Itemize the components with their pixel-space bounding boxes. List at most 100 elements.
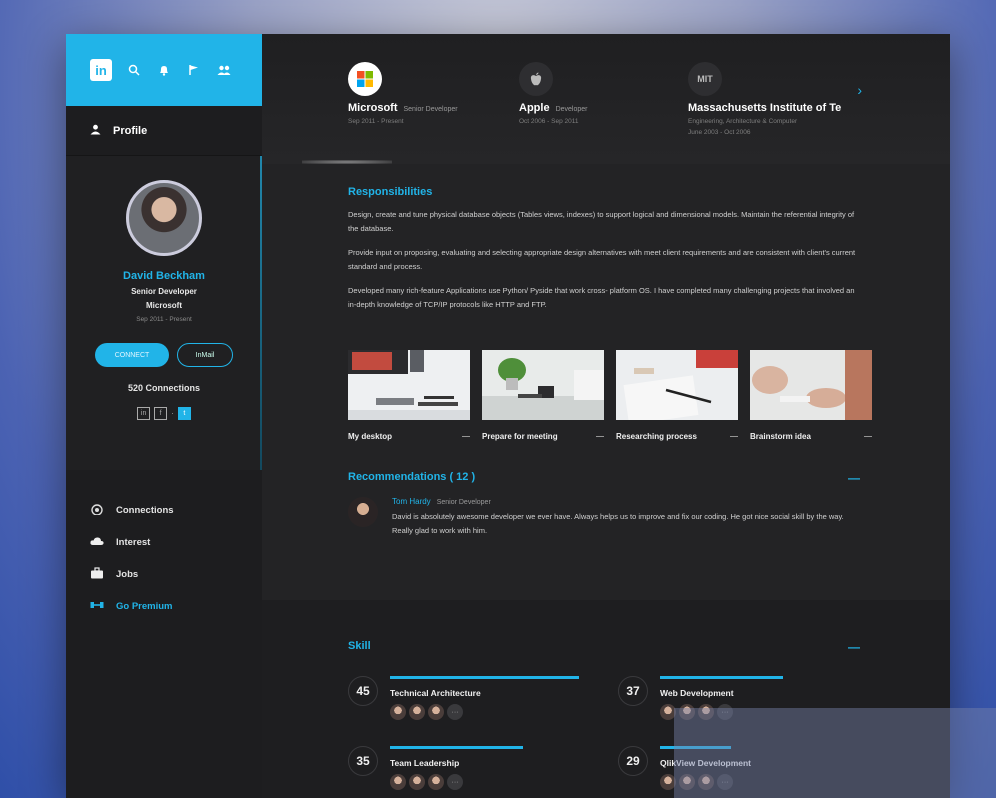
experience-company: Microsoft bbox=[348, 102, 398, 114]
experience-company: Apple bbox=[519, 102, 550, 114]
people-icon[interactable] bbox=[216, 62, 232, 78]
experience-role: Developer bbox=[555, 106, 588, 113]
briefcase-icon bbox=[90, 566, 104, 582]
recommendations-header: Recommendations ( 12 ) — bbox=[348, 471, 860, 485]
content-area: Responsibilities Design, create and tune… bbox=[262, 186, 950, 538]
skill-bar bbox=[660, 676, 784, 679]
linkedin-logo[interactable]: in bbox=[90, 59, 112, 81]
more-icon[interactable]: ··· bbox=[447, 774, 463, 790]
profile-actions: CONNECT InMail bbox=[66, 343, 262, 367]
more-icon[interactable]: — bbox=[596, 432, 604, 441]
sidebar-item-jobs[interactable]: Jobs bbox=[66, 558, 262, 590]
experience-item[interactable]: Microsoft Senior Developer Sep 2011 - Pre… bbox=[348, 62, 458, 125]
skill-endorsement-count[interactable]: 45 bbox=[348, 676, 378, 706]
gallery-caption: Researching process bbox=[616, 432, 697, 441]
sidebar-item-premium[interactable]: Go Premium bbox=[66, 590, 262, 622]
more-icon[interactable]: — bbox=[730, 432, 738, 441]
social-links: in f · t bbox=[66, 407, 262, 420]
avatar[interactable] bbox=[428, 774, 444, 790]
recommendation-text: David is absolutely awesome developer we… bbox=[392, 512, 844, 535]
sidebar-item-label: Jobs bbox=[116, 568, 139, 580]
recommender-name[interactable]: Tom Hardy bbox=[392, 497, 431, 506]
profile-card: David Beckham Senior Developer Microsoft… bbox=[66, 156, 262, 470]
responsibility-paragraph: Design, create and tune physical databas… bbox=[348, 210, 855, 233]
experience-dates: Sep 2011 - Present bbox=[348, 118, 404, 125]
gallery-photo[interactable] bbox=[750, 350, 872, 420]
sidebar-item-label: Interest bbox=[116, 536, 151, 548]
cloud-icon bbox=[90, 535, 104, 550]
more-icon[interactable]: — bbox=[462, 432, 470, 441]
gallery-item[interactable]: Researching process — bbox=[616, 350, 738, 441]
flag-icon[interactable] bbox=[186, 62, 202, 78]
experience-dates: Oct 2006 - Sep 2011 bbox=[519, 118, 579, 125]
gallery-item[interactable]: My desktop — bbox=[348, 350, 470, 441]
experience-strip: Microsoft Senior Developer Sep 2011 - Pre… bbox=[262, 34, 950, 164]
sidebar-item-label: Connections bbox=[116, 504, 174, 516]
gallery-caption: Prepare for meeting bbox=[482, 432, 558, 441]
sidebar: in Profile David Beckham Senior Develope… bbox=[66, 34, 262, 798]
gallery-item[interactable]: Prepare for meeting — bbox=[482, 350, 604, 441]
more-icon[interactable]: ··· bbox=[447, 704, 463, 720]
skill-name: Team Leadership bbox=[390, 758, 460, 768]
notification-icon[interactable] bbox=[156, 62, 172, 78]
facebook-icon[interactable]: f bbox=[154, 407, 168, 420]
search-icon[interactable] bbox=[126, 62, 142, 78]
endorser-list: ··· bbox=[390, 704, 612, 720]
skill-endorsement-count[interactable]: 29 bbox=[618, 746, 648, 776]
chevron-right-icon[interactable]: › bbox=[857, 82, 862, 98]
premium-icon bbox=[90, 599, 104, 614]
skill-name: Technical Architecture bbox=[390, 688, 481, 698]
avatar[interactable] bbox=[390, 774, 406, 790]
more-icon[interactable]: — bbox=[864, 432, 872, 441]
skill-bar bbox=[390, 746, 524, 749]
active-indicator bbox=[302, 160, 392, 164]
skill-item[interactable]: 45 Technical Architecture ··· bbox=[348, 676, 612, 720]
connections-count: 520 Connections bbox=[127, 383, 201, 393]
linkedin-icon[interactable]: in bbox=[137, 407, 151, 420]
avatar[interactable] bbox=[126, 180, 202, 256]
gallery-item[interactable]: Brainstorm idea — bbox=[750, 350, 872, 441]
connections-icon bbox=[90, 503, 104, 518]
profile-name[interactable]: David Beckham bbox=[66, 270, 262, 282]
skill-endorsement-count[interactable]: 37 bbox=[618, 676, 648, 706]
recommender-role: Senior Developer bbox=[436, 499, 491, 506]
gallery-photo[interactable] bbox=[348, 350, 470, 420]
responsibilities-title: Responsibilities bbox=[348, 186, 433, 198]
skill-bar bbox=[390, 676, 579, 679]
gallery-photo[interactable] bbox=[482, 350, 604, 420]
gallery-photo[interactable] bbox=[616, 350, 738, 420]
responsibility-paragraph: Developed many rich-feature Applications… bbox=[348, 286, 855, 309]
skill-item[interactable]: 35 Team Leadership ··· bbox=[348, 746, 612, 790]
skills-title: Skill bbox=[348, 640, 371, 652]
profile-label: Profile bbox=[113, 124, 148, 137]
sidebar-item-interest[interactable]: Interest bbox=[66, 526, 262, 558]
twitter-icon[interactable]: t bbox=[177, 407, 191, 420]
experience-company: Massachusetts Institute of Te bbox=[688, 102, 842, 114]
connect-button[interactable]: CONNECT bbox=[95, 343, 169, 367]
avatar[interactable] bbox=[409, 704, 425, 720]
experience-item[interactable]: MIT Massachusetts Institute of Te Engine… bbox=[688, 62, 841, 136]
sidebar-item-connections[interactable]: Connections bbox=[66, 494, 262, 526]
collapse-icon[interactable]: — bbox=[848, 640, 860, 654]
photo-gallery: My desktop — Prepare for meeting — Researc… bbox=[348, 350, 872, 441]
avatar[interactable] bbox=[428, 704, 444, 720]
watermark-overlay bbox=[674, 708, 996, 798]
avatar[interactable] bbox=[390, 704, 406, 720]
experience-item[interactable]: Apple Developer Oct 2006 - Sep 2011 bbox=[519, 62, 587, 125]
microsoft-logo bbox=[348, 62, 382, 96]
avatar[interactable] bbox=[409, 774, 425, 790]
experience-field: Engineering, Architecture & Computer bbox=[688, 118, 798, 125]
gallery-caption: My desktop bbox=[348, 432, 393, 441]
sidebar-nav: Connections Interest Jobs Go Premium bbox=[66, 470, 262, 622]
main-content: Microsoft Senior Developer Sep 2011 - Pre… bbox=[262, 34, 950, 798]
inmail-button[interactable]: InMail bbox=[177, 343, 233, 367]
profile-title: Senior Developer bbox=[131, 287, 197, 296]
recommendations-title[interactable]: Recommendations ( 12 ) bbox=[348, 471, 475, 485]
avatar[interactable] bbox=[348, 497, 378, 527]
collapse-icon[interactable]: — bbox=[848, 471, 860, 485]
experience-dates: June 2003 - Oct 2006 bbox=[688, 129, 751, 136]
skill-endorsement-count[interactable]: 35 bbox=[348, 746, 378, 776]
profile-header[interactable]: Profile bbox=[66, 106, 262, 156]
profile-dates: Sep 2011 - Present bbox=[136, 316, 192, 323]
recommendation-item: Tom Hardy Senior Developer David is absol… bbox=[348, 497, 860, 538]
